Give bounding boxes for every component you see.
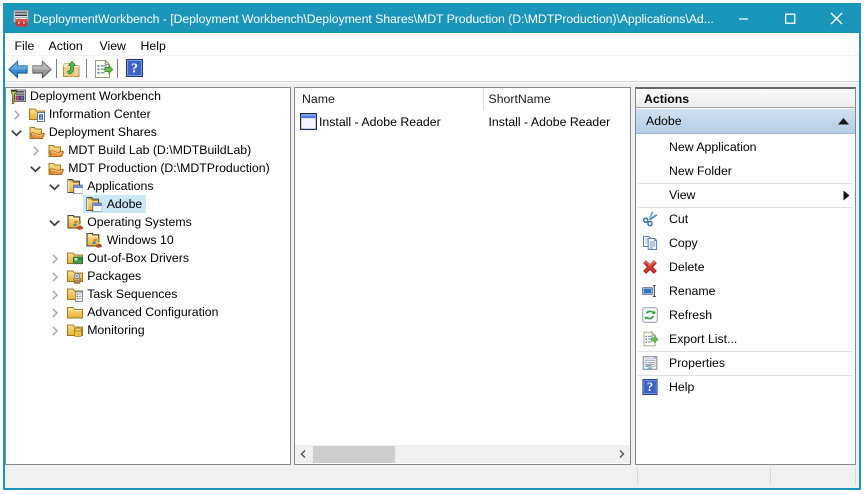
- svg-text:?: ?: [647, 380, 653, 394]
- svg-text:?: ?: [131, 62, 138, 77]
